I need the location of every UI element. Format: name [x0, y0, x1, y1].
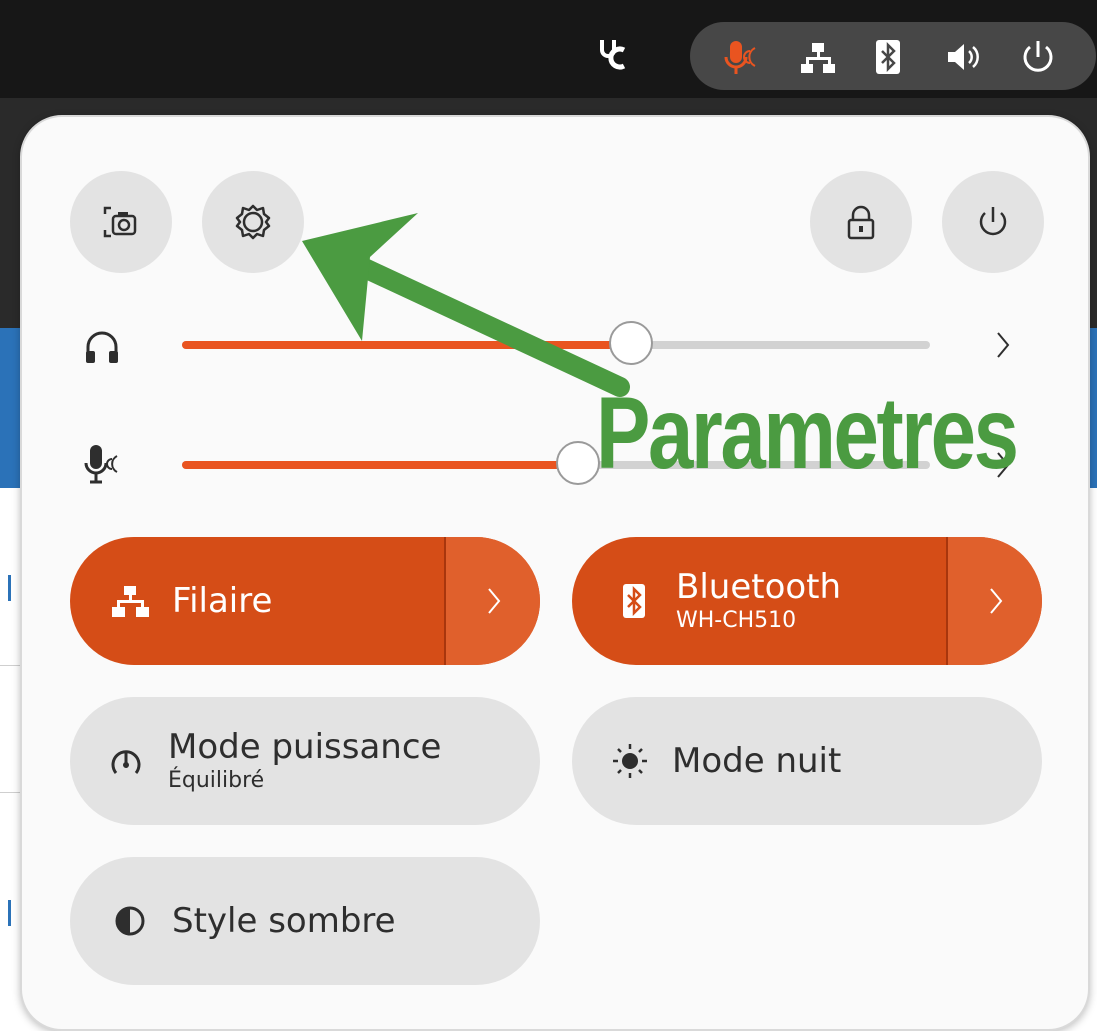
power-icon [979, 207, 1007, 236]
power-mode-icon [106, 741, 146, 781]
screenshot-icon [103, 206, 137, 238]
wired-network-icon [110, 581, 150, 621]
annotation-arrow-icon [302, 213, 630, 397]
night-light-icon [610, 741, 650, 781]
background-divider [0, 792, 20, 793]
bluetooth-device-name: WH-CH510 [676, 608, 797, 633]
bluetooth-icon [868, 37, 908, 77]
chevron-right-icon [990, 588, 1003, 614]
power-mode-label: Mode puissance [168, 727, 442, 767]
lock-button[interactable] [810, 171, 912, 273]
system-status-menu[interactable] [690, 22, 1096, 90]
volume-icon [944, 37, 984, 77]
night-light-toggle[interactable]: Mode nuit [572, 697, 1042, 825]
input-volume-fill [182, 461, 578, 469]
microphone-icon [82, 441, 130, 489]
annotation-label: Parametres [596, 376, 1019, 490]
power-off-button[interactable] [942, 171, 1044, 273]
bluetooth-toggle[interactable]: Bluetooth WH-CH510 [572, 537, 1042, 665]
chevron-right-icon [488, 588, 501, 614]
dark-style-icon [110, 901, 150, 941]
background-divider [0, 665, 20, 666]
chevron-right-icon[interactable] [988, 325, 1018, 365]
power-mode-value: Équilibré [168, 768, 265, 793]
dark-style-toggle[interactable]: Style sombre [70, 857, 540, 985]
input-volume-handle[interactable] [556, 441, 600, 485]
settings-button[interactable] [202, 171, 304, 273]
headphones-icon [82, 327, 122, 367]
accessibility-icon[interactable] [596, 36, 632, 72]
night-light-label: Mode nuit [672, 741, 842, 781]
bluetooth-icon [614, 581, 654, 621]
lock-icon [847, 205, 875, 240]
screenshot-button[interactable] [70, 171, 172, 273]
background-marker [8, 575, 11, 601]
microphone-icon [720, 37, 760, 77]
gear-icon [235, 204, 271, 240]
power-icon [1018, 37, 1058, 77]
wired-network-menu-button[interactable] [444, 537, 540, 665]
wired-network-toggle[interactable]: Filaire [70, 537, 540, 665]
bluetooth-menu-button[interactable] [946, 537, 1042, 665]
wired-network-icon [798, 37, 838, 77]
dark-style-label: Style sombre [172, 901, 396, 941]
power-mode-toggle[interactable]: Mode puissance Équilibré [70, 697, 540, 825]
background-marker [8, 900, 11, 926]
bluetooth-label: Bluetooth [676, 567, 842, 607]
wired-network-label: Filaire [172, 581, 273, 621]
